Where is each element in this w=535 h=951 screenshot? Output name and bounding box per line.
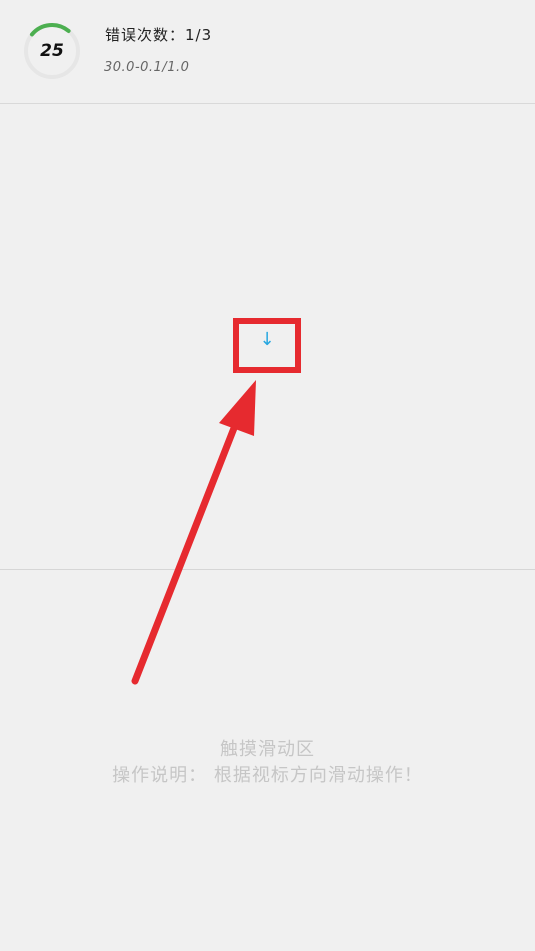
arrow-down-icon: ↓ (259, 329, 275, 350)
timer-value: 25 (40, 41, 64, 61)
touch-swipe-area-title[interactable]: 触摸滑动区 (0, 735, 535, 761)
touch-instruction-text: 操作说明： 根据视标方向滑动操作！ (112, 765, 423, 786)
error-count-label: 错误次数：1/3 (105, 26, 213, 44)
countdown-timer: 25 (23, 22, 81, 80)
acuity-score-text: 30.0-0.1/1.0 (104, 60, 190, 75)
app-screen: 25 错误次数：1/3 30.0-0.1/1.0 ↓ 触摸滑动区 操作说明： 根… (0, 0, 535, 951)
optotype-highlight-box: ↓ (233, 318, 301, 373)
status-header: 25 错误次数：1/3 30.0-0.1/1.0 (0, 0, 535, 104)
